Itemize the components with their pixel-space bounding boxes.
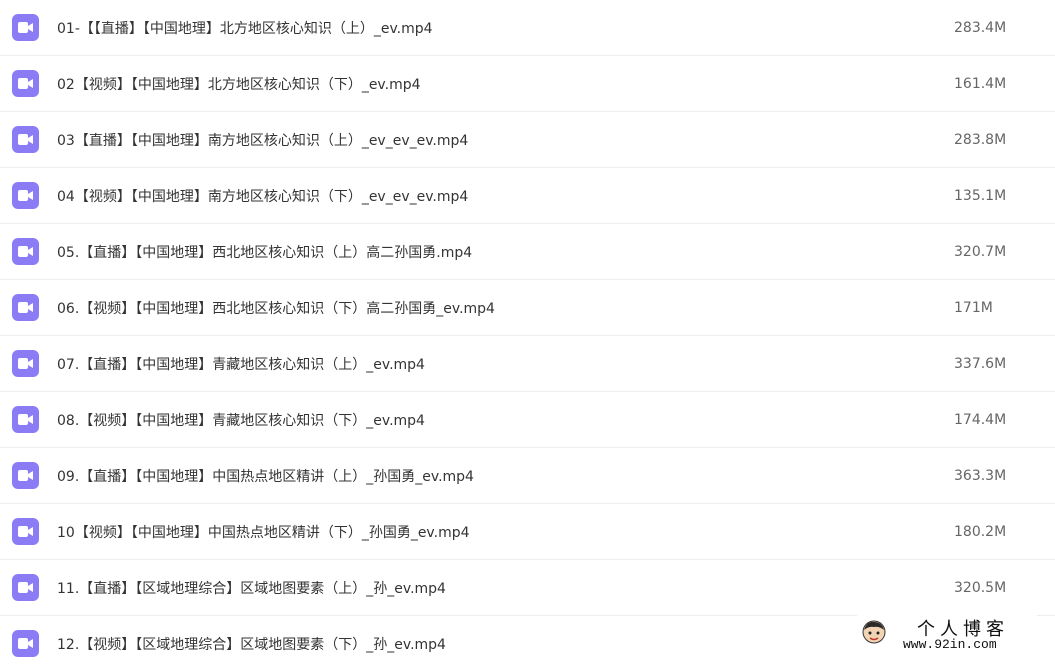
file-row[interactable]: 11.【直播】【区域地理综合】区域地图要素（上）_孙_ev.mp4 320.5M — [0, 560, 1055, 616]
file-row[interactable]: 08.【视频】【中国地理】青藏地区核心知识（下）_ev.mp4 174.4M — [0, 392, 1055, 448]
file-size: 337.6M — [954, 355, 1007, 372]
file-size: 174.4M — [954, 411, 1007, 428]
video-file-icon — [12, 13, 39, 41]
file-name[interactable]: 06.【视频】【中国地理】西北地区核心知识（下）高二孙国勇_ev.mp4 — [57, 298, 495, 318]
file-name[interactable]: 12.【视频】【区域地理综合】区域地图要素（下）_孙_ev.mp4 — [57, 634, 446, 654]
file-name[interactable]: 03【直播】【中国地理】南方地区核心知识（上）_ev_ev_ev.mp4 — [57, 130, 468, 150]
file-size: 171M — [954, 299, 993, 316]
file-size: 135.1M — [954, 187, 1007, 204]
file-list: 01-【【直播】【中国地理】北方地区核心知识（上）_ev.mp4 283.4M … — [0, 0, 1055, 672]
video-file-icon — [12, 573, 39, 601]
file-name[interactable]: 05.【直播】【中国地理】西北地区核心知识（上）高二孙国勇.mp4 — [57, 242, 472, 262]
video-file-icon — [12, 181, 39, 209]
video-file-icon — [12, 293, 39, 321]
file-size: 320.7M — [954, 243, 1007, 260]
file-name[interactable]: 02【视频】【中国地理】北方地区核心知识（下）_ev.mp4 — [57, 74, 421, 94]
video-file-icon — [12, 125, 39, 153]
video-file-icon — [12, 517, 39, 545]
file-name[interactable]: 04【视频】【中国地理】南方地区核心知识（下）_ev_ev_ev.mp4 — [57, 186, 468, 206]
file-row[interactable]: 07.【直播】【中国地理】青藏地区核心知识（上）_ev.mp4 337.6M — [0, 336, 1055, 392]
file-row[interactable]: 02【视频】【中国地理】北方地区核心知识（下）_ev.mp4 161.4M — [0, 56, 1055, 112]
file-row[interactable]: 06.【视频】【中国地理】西北地区核心知识（下）高二孙国勇_ev.mp4 171… — [0, 280, 1055, 336]
file-size: 283.8M — [954, 131, 1007, 148]
file-size: 161.4M — [954, 75, 1007, 92]
file-size: 283.4M — [954, 19, 1007, 36]
file-name[interactable]: 10【视频】【中国地理】中国热点地区精讲（下）_孙国勇_ev.mp4 — [57, 522, 470, 542]
video-file-icon — [12, 405, 39, 433]
file-row[interactable]: 01-【【直播】【中国地理】北方地区核心知识（上）_ev.mp4 283.4M — [0, 0, 1055, 56]
file-name[interactable]: 09.【直播】【中国地理】中国热点地区精讲（上）_孙国勇_ev.mp4 — [57, 466, 474, 486]
file-row[interactable]: 04【视频】【中国地理】南方地区核心知识（下）_ev_ev_ev.mp4 135… — [0, 168, 1055, 224]
file-row[interactable]: 10【视频】【中国地理】中国热点地区精讲（下）_孙国勇_ev.mp4 180.2… — [0, 504, 1055, 560]
file-size: 180.2M — [954, 523, 1007, 540]
file-size: 363.3M — [954, 467, 1007, 484]
video-file-icon — [12, 630, 39, 657]
file-name[interactable]: 11.【直播】【区域地理综合】区域地图要素（上）_孙_ev.mp4 — [57, 578, 446, 598]
file-name[interactable]: 01-【【直播】【中国地理】北方地区核心知识（上）_ev.mp4 — [57, 18, 433, 38]
file-name[interactable]: 08.【视频】【中国地理】青藏地区核心知识（下）_ev.mp4 — [57, 410, 425, 430]
avatar-icon — [861, 619, 887, 645]
file-row[interactable]: 03【直播】【中国地理】南方地区核心知识（上）_ev_ev_ev.mp4 283… — [0, 112, 1055, 168]
file-name[interactable]: 07.【直播】【中国地理】青藏地区核心知识（上）_ev.mp4 — [57, 354, 425, 374]
video-file-icon — [12, 237, 39, 265]
file-size: 320.5M — [954, 579, 1007, 596]
video-file-icon — [12, 461, 39, 489]
file-row[interactable]: 09.【直播】【中国地理】中国热点地区精讲（上）_孙国勇_ev.mp4 363.… — [0, 448, 1055, 504]
video-file-icon — [12, 69, 39, 97]
blog-watermark: 个人博客 www.92in.com — [857, 615, 1037, 653]
video-file-icon — [12, 349, 39, 377]
watermark-url: www.92in.com — [903, 637, 997, 652]
file-row[interactable]: 05.【直播】【中国地理】西北地区核心知识（上）高二孙国勇.mp4 320.7M — [0, 224, 1055, 280]
